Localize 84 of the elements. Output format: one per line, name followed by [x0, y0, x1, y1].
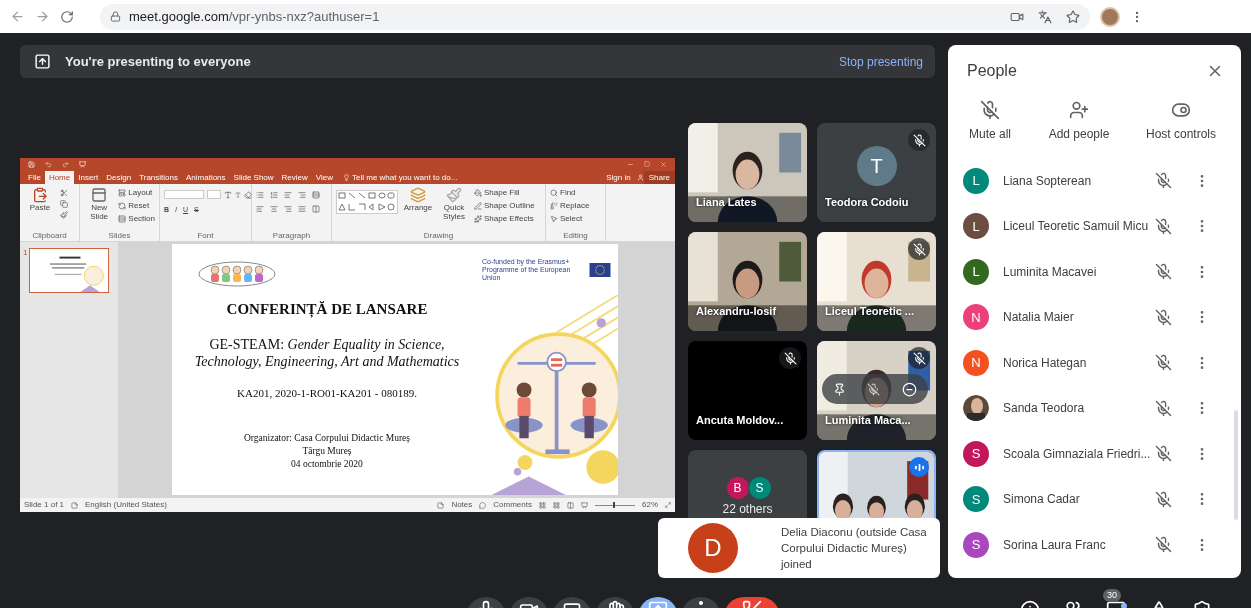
group-label: Paragraph	[271, 231, 312, 241]
group-label: Font	[196, 231, 215, 241]
panel-title: People	[967, 61, 1017, 81]
avatar: S	[747, 476, 772, 500]
participant-name: Sanda Teodora	[1003, 400, 1086, 418]
ribbon-button[interactable]: Select	[550, 213, 590, 224]
slide-subtitle: GE-STEAM: Gender Equality in Science, Technology, Engineering, Art and Mathematics	[193, 336, 461, 370]
organizer-text: Organizator: Casa Corpului Didactic Mureș	[243, 432, 410, 445]
group-label: Clipboard	[31, 231, 68, 241]
participant-name: Ancuta Moldov...	[696, 412, 784, 428]
date-text: 04 octombrie 2020	[291, 458, 363, 471]
participant-name: Liana Lates	[696, 194, 757, 210]
ribbon-tab[interactable]: Animations	[182, 171, 230, 184]
ribbon-button[interactable]: Arrange	[402, 187, 434, 212]
group-label: Editing	[562, 231, 589, 241]
tell-me-field[interactable]: Tell me what you want to do...	[352, 171, 458, 184]
participant-name: Liana Sopterean	[1003, 172, 1093, 190]
ribbon-tab[interactable]: Design	[102, 171, 136, 184]
ribbon-button[interactable]: New Slide	[84, 187, 115, 221]
participant-name: Simona Cadar	[1003, 491, 1081, 509]
slide-title: CONFERINȚĂ DE LANSARE	[226, 300, 428, 318]
ribbon-button[interactable]: Quick Styles	[438, 187, 470, 221]
slide-number: 1	[23, 248, 28, 257]
avatar: D	[688, 523, 738, 573]
ribbon-tab[interactable]: Transitions	[135, 171, 182, 184]
avatar: L	[963, 167, 989, 194]
ribbon-tab[interactable]: Slide Show	[229, 171, 278, 184]
participant-name: Liceul Teoretic Samuil Micu	[1003, 218, 1150, 236]
ribbon-button[interactable]: Shape Effects	[474, 213, 535, 224]
video-tile[interactable]: Alexandru-Iosif	[688, 232, 807, 331]
address-bar[interactable]: meet.google.com/vpr-ynbs-nxz?authuser=1	[100, 3, 1090, 30]
share-button[interactable]: Share	[643, 171, 675, 184]
ribbon-tab[interactable]: File	[24, 171, 45, 184]
zoom-level: 62%	[642, 499, 658, 511]
video-tile[interactable]: Liana Lates	[688, 123, 807, 222]
participant-name: Alexandru-Iosif	[696, 303, 777, 319]
avatar: S	[963, 531, 989, 558]
count-badge: 30	[1103, 589, 1121, 602]
comments-button[interactable]: Comments	[493, 499, 532, 511]
ribbon-tab[interactable]: Home	[44, 171, 75, 184]
panel-action-button[interactable]: Add people	[1032, 97, 1126, 158]
participant-name: Luminita Macavei	[1003, 263, 1098, 281]
avatar: L	[963, 258, 989, 285]
avatar: S	[963, 440, 989, 467]
panel-action-button[interactable]: Host controls	[1126, 97, 1236, 158]
language-label: English (United States)	[85, 499, 167, 511]
group-label: Slides	[107, 231, 132, 241]
participant-name: Sorina Laura Franc	[1003, 536, 1107, 554]
participant-name: Norica Hategan	[1003, 354, 1088, 372]
video-tile[interactable]: Ancuta Moldov...	[688, 341, 807, 440]
avatar: L	[963, 213, 989, 240]
project-code: KA201, 2020-1-RO01-KA201 - 080189.	[237, 387, 417, 400]
ribbon-button[interactable]: Find	[550, 187, 590, 198]
ribbon-button[interactable]: Shape Outline	[474, 200, 535, 211]
banner-text: You're presenting to everyone	[65, 52, 251, 71]
participant-name: Natalia Maier	[1003, 309, 1075, 327]
ribbon-button[interactable]: Reset	[118, 200, 155, 211]
participant-count: 22 others	[722, 502, 773, 516]
ribbon-tab[interactable]: Insert	[74, 171, 103, 184]
video-tile[interactable]: T Teodora Codoiu	[817, 123, 936, 222]
participant-name: Scoala Gimnaziala Friedri...	[1003, 445, 1152, 463]
group-label: Drawing	[422, 231, 455, 241]
ribbon-tab[interactable]: View	[311, 171, 338, 184]
slide-count: Slide 1 of 1	[24, 499, 65, 511]
stop-presenting-button[interactable]: Stop presenting	[838, 52, 923, 71]
sign-in-link[interactable]: Sign in	[600, 171, 637, 184]
avatar: N	[963, 304, 989, 331]
ribbon-button[interactable]: Replace	[550, 200, 590, 211]
avatar: T	[856, 145, 897, 186]
ribbon-button[interactable]: Section	[118, 213, 155, 224]
avatar: B	[725, 476, 750, 500]
ribbon-button[interactable]: Paste	[24, 187, 56, 212]
participant-name: Teodora Codoiu	[825, 194, 909, 210]
panel-action-button[interactable]: Mute all	[948, 97, 1032, 158]
url-text: meet.google.com/vpr-ynbs-nxz?authuser=1	[129, 7, 380, 26]
ribbon-button[interactable]: Shape Fill	[474, 187, 535, 198]
video-tile[interactable]: Liceul Teoretic ...	[817, 232, 936, 331]
city-text: Târgu Mureș	[302, 445, 352, 458]
avatar: S	[963, 486, 989, 513]
avatar: N	[963, 349, 989, 376]
ribbon-button[interactable]: Layout	[118, 187, 155, 198]
participant-name: Liceul Teoretic ...	[825, 303, 915, 319]
ribbon-tab[interactable]: Review	[277, 171, 312, 184]
notes-button[interactable]: Notes	[451, 499, 473, 511]
